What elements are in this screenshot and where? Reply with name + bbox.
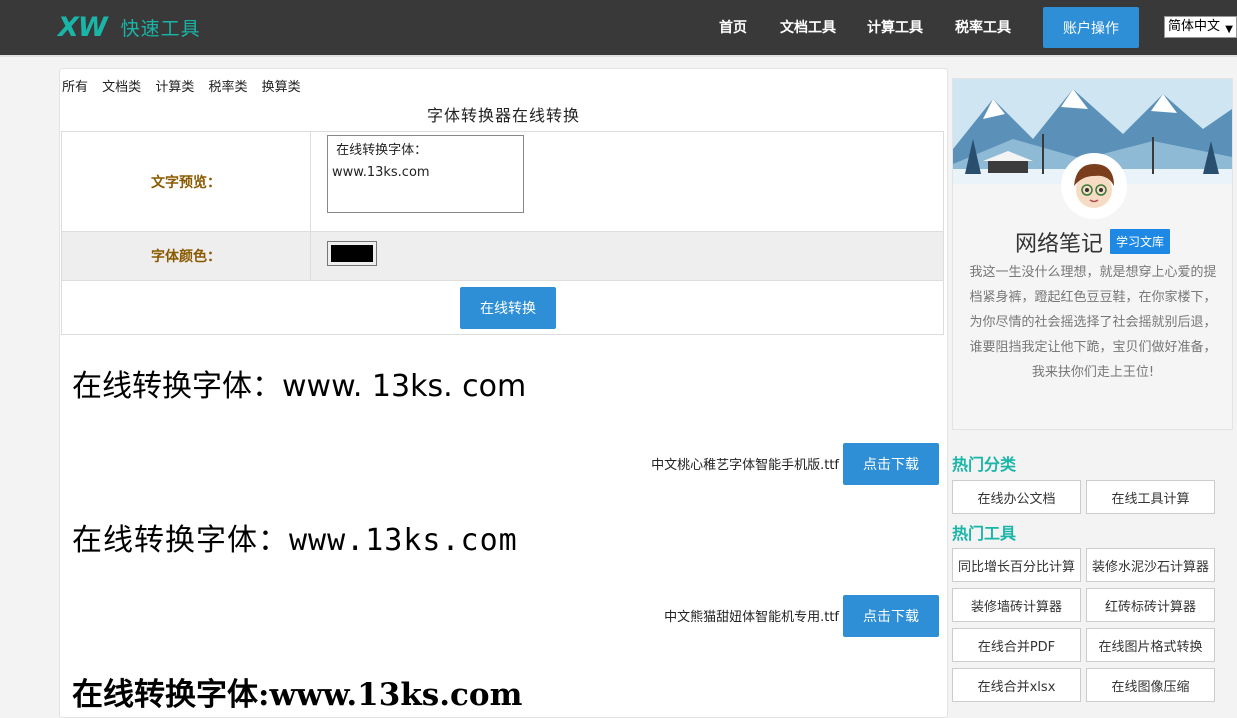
font-color-picker[interactable] (327, 241, 377, 266)
profile-name: 网络笔记 (1015, 232, 1104, 257)
top-navbar: XW 快速工具 首页 文档工具 计算工具 税率工具 账户操作 简体中文 ▼ (0, 0, 1237, 57)
download-button-1[interactable]: 点击下载 (843, 443, 939, 485)
profile-bio: 我这一生没什么理想，就是想穿上心爱的提档紧身裤，蹬起红色豆豆鞋，在你家楼下，为你… (969, 265, 1217, 380)
preview-row: 文字预览： 在线转换字体： www.13ks.com (62, 132, 943, 232)
category-calc[interactable]: 计算类 (155, 80, 194, 95)
profile-badge[interactable]: 学习文库 (1110, 229, 1171, 254)
category-tax[interactable]: 税率类 (208, 80, 247, 95)
download-button-2[interactable]: 点击下载 (843, 595, 939, 637)
hot-tools-heading: 热门工具 (952, 524, 1017, 543)
main-panel: 所有 文档类 计算类 税率类 换算类 字体转换器在线转换 文字预览： 在线转换字… (59, 68, 948, 718)
hot-categories-heading: 热门分类 (952, 455, 1017, 474)
color-swatch-fill (331, 245, 373, 262)
nav-calc-tools[interactable]: 计算工具 (867, 17, 923, 37)
category-all[interactable]: 所有 (62, 80, 88, 95)
hot-tool-item[interactable]: 红砖标砖计算器 (1086, 588, 1215, 622)
hot-category-item[interactable]: 在线办公文档 (952, 480, 1081, 514)
logo-text: 快速工具 (120, 17, 201, 40)
avatar (1061, 153, 1127, 219)
hot-tool-item[interactable]: 在线图片格式转换 (1086, 628, 1215, 662)
logo-mark: XW (58, 11, 108, 43)
font-preview-2: 在线转换字体：www.13ks.com (72, 523, 518, 558)
convert-button[interactable]: 在线转换 (460, 287, 556, 329)
font-file-name-1: 中文桃心稚艺字体智能手机版.ttf (651, 458, 839, 473)
hot-category-item[interactable]: 在线工具计算 (1086, 480, 1215, 514)
hot-tool-item[interactable]: 在线合并xlsx (952, 668, 1081, 702)
category-filter: 所有 文档类 计算类 税率类 换算类 (62, 76, 311, 95)
profile-card: 网络笔记 学习文库 我这一生没什么理想，就是想穿上心爱的提档紧身裤，蹬起红色豆豆… (952, 78, 1233, 430)
chevron-down-icon: ▼ (1225, 24, 1233, 35)
hot-tool-item[interactable]: 同比增长百分比计算 (952, 548, 1081, 582)
page-title: 字体转换器在线转换 (426, 106, 580, 125)
color-row: 字体颜色： (62, 232, 943, 281)
language-select[interactable]: 简体中文 ▼ (1164, 16, 1237, 38)
account-button[interactable]: 账户操作 (1043, 7, 1139, 48)
font-file-name-2: 中文熊猫甜妞体智能机专用.ttf (664, 610, 839, 625)
avatar-illustration (1064, 156, 1124, 216)
hot-tool-item[interactable]: 装修墙砖计算器 (952, 588, 1081, 622)
preview-label: 文字预览： (62, 132, 311, 231)
category-doc[interactable]: 文档类 (102, 80, 141, 95)
nav-home[interactable]: 首页 (719, 17, 747, 37)
convert-row: 在线转换 (62, 281, 943, 334)
preview-textarea[interactable]: 在线转换字体： www.13ks.com (327, 135, 524, 213)
language-select-value: 简体中文 (1168, 19, 1221, 34)
color-label: 字体颜色： (62, 232, 311, 280)
nav-tax-tools[interactable]: 税率工具 (955, 17, 1011, 37)
nav-doc-tools[interactable]: 文档工具 (780, 17, 836, 37)
font-preview-3: 在线转换字体:www.13ks.com (72, 677, 523, 713)
hot-tool-item[interactable]: 装修水泥沙石计算器 (1086, 548, 1215, 582)
category-convert[interactable]: 换算类 (262, 80, 301, 95)
font-preview-1: 在线转换字体：www. 13ks. com (72, 369, 527, 404)
hot-tool-item[interactable]: 在线图像压缩 (1086, 668, 1215, 702)
hot-tool-item[interactable]: 在线合并PDF (952, 628, 1081, 662)
site-logo[interactable]: XW 快速工具 (58, 11, 201, 43)
converter-form: 文字预览： 在线转换字体： www.13ks.com 字体颜色： 在线转换 (61, 131, 944, 335)
